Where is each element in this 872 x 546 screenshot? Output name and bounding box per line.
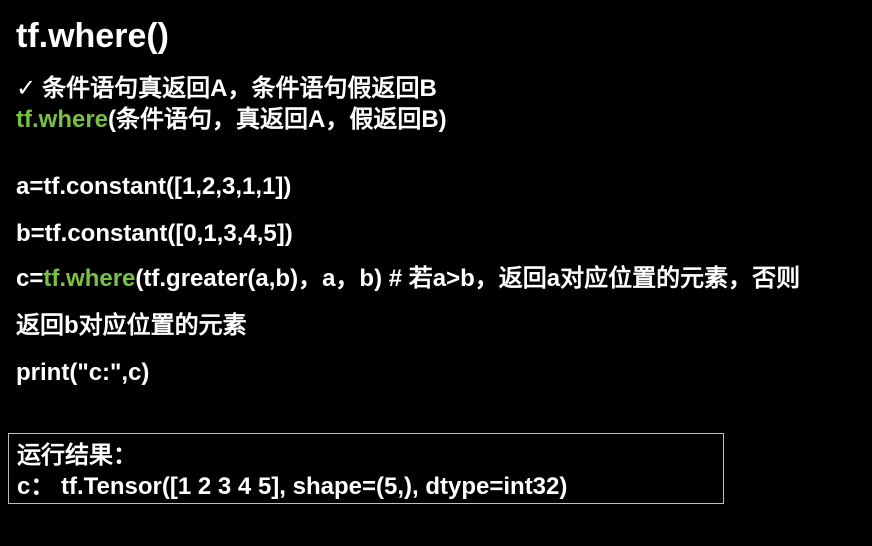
code-line-c-continued: 返回b对应位置的元素 [16,312,247,339]
code-line-print: print("c:",c) [16,359,150,386]
result-label: 运行结果： [17,442,137,469]
code-line-c: c=tf.where(tf.greater(a,b)，a，b) # 若a>b，返… [16,264,800,294]
checkmark-icon: ✓ [16,75,37,102]
code-line-c-prefix: c= [16,265,44,292]
syntax-line: tf.where(条件语句，真返回A，假返回B) [16,105,447,135]
bullet-text: 条件语句真返回A，条件语句假返回B [42,75,437,102]
result-output: c： tf.Tensor([1 2 3 4 5], shape=(5,), dt… [17,473,568,500]
code-line-c-function: tf.where [43,265,136,292]
syntax-function-name: tf.where [16,106,109,133]
code-line-b: b=tf.constant([0,1,3,4,5]) [16,220,293,247]
code-line-a: a=tf.constant([1,2,3,1,1]) [16,173,292,200]
bullet-point: ✓ 条件语句真返回A，条件语句假返回B [16,74,437,104]
page-title: tf.where() [16,17,169,55]
code-line-c-rest: (tf.greater(a,b)，a，b) # 若a>b，返回a对应位置的元素，… [135,265,801,292]
syntax-arguments: (条件语句，真返回A，假返回B) [108,106,447,133]
result-box: 运行结果： c： tf.Tensor([1 2 3 4 5], shape=(5… [8,433,724,504]
